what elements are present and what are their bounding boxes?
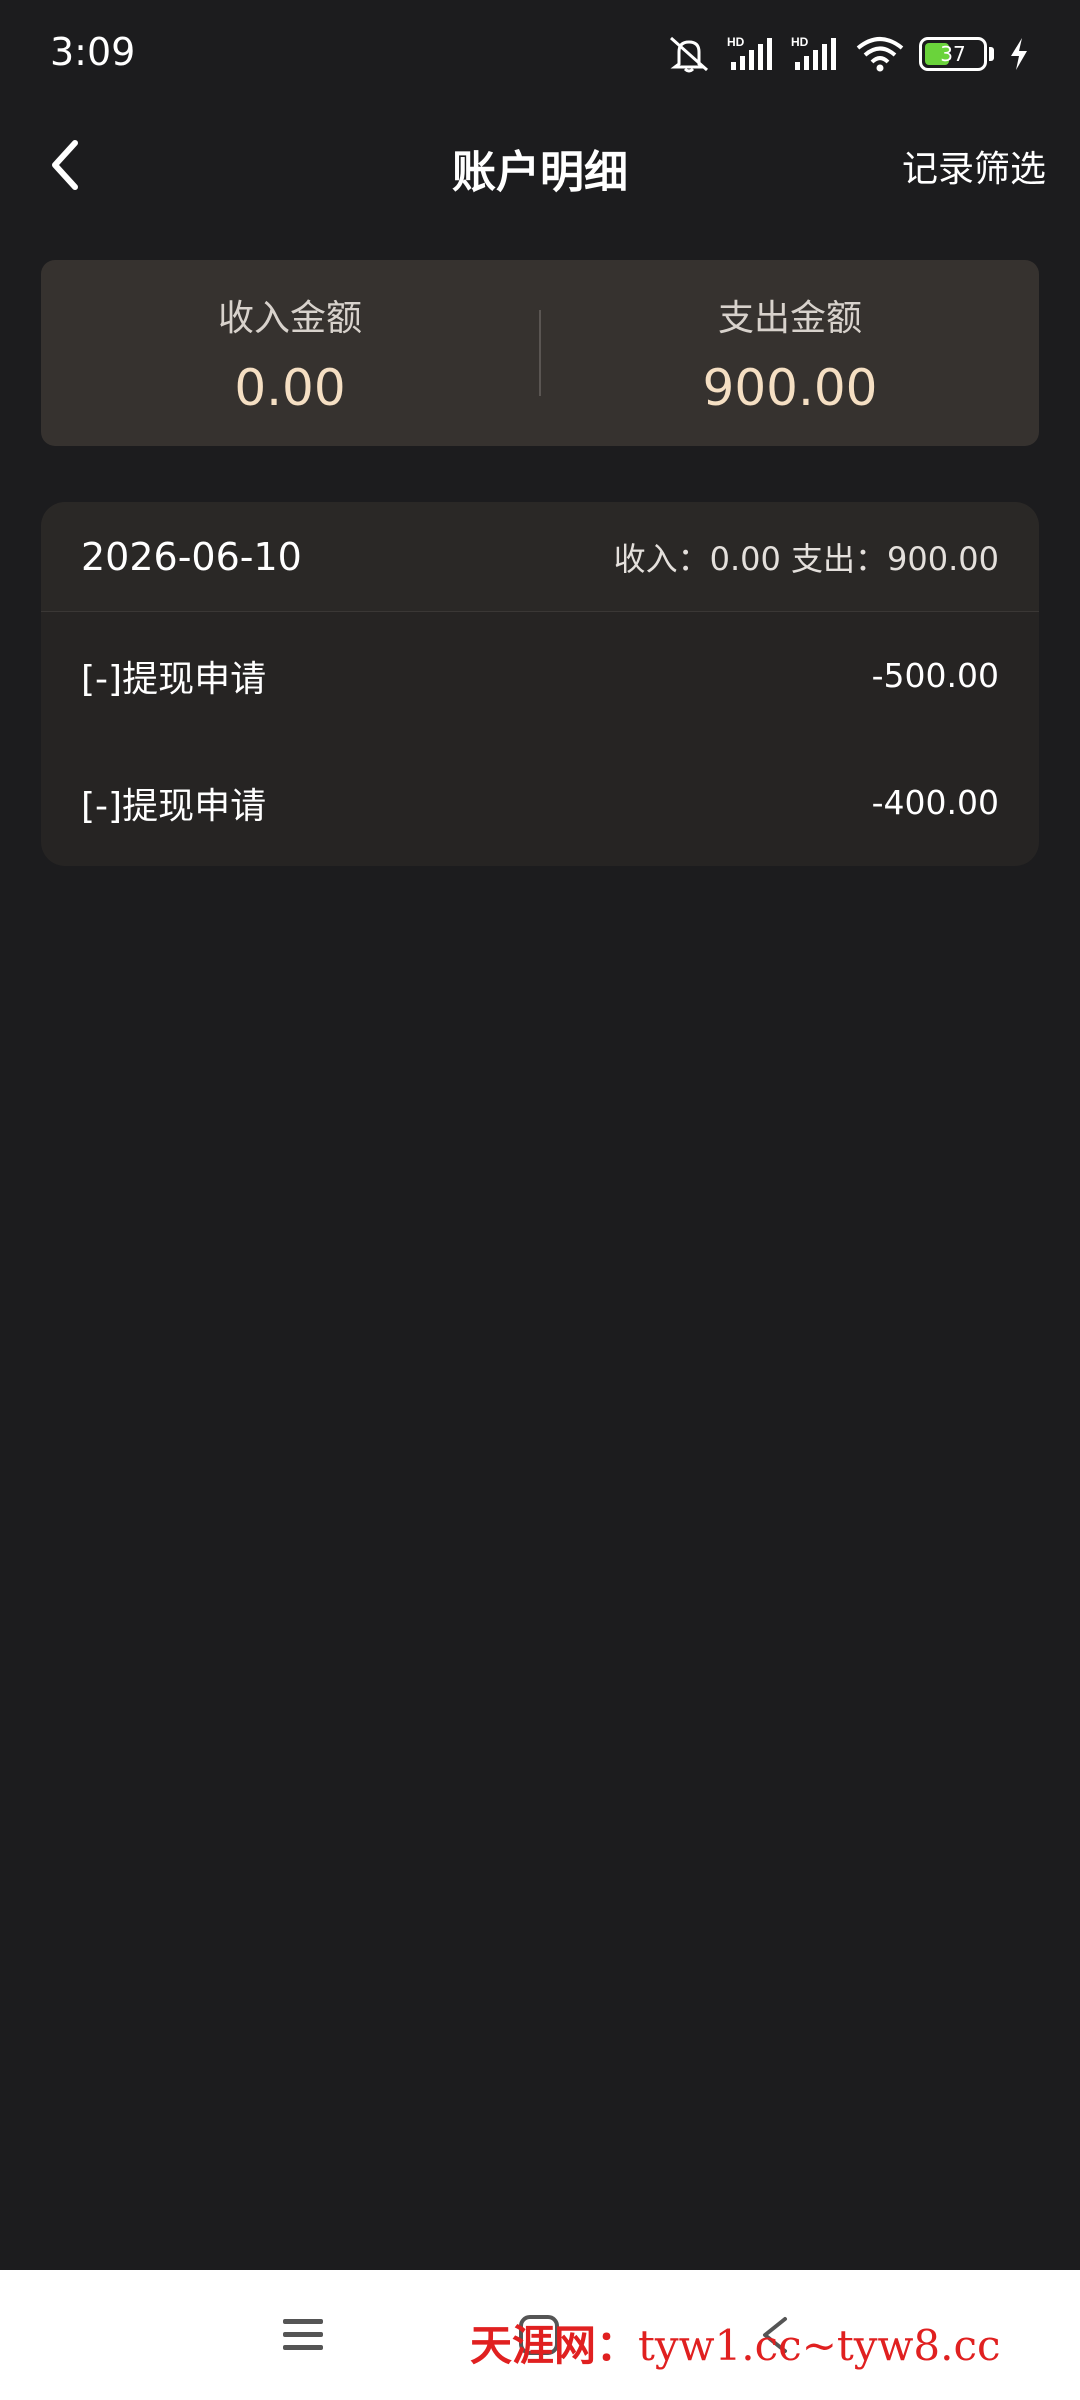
income-label: 收入金额 xyxy=(217,298,362,339)
system-nav-bar: 天涯网：tyw1.cc~tyw8.cc xyxy=(0,2270,1080,2400)
status-time: 3:09 xyxy=(50,30,136,74)
watermark-cn: 天涯网： xyxy=(470,2321,639,2370)
record-filter-button[interactable]: 记录筛选 xyxy=(902,140,1046,192)
watermark-url: tyw1.cc~tyw8.cc xyxy=(638,2321,1001,2370)
header: 账户明细 记录筛选 xyxy=(0,110,1080,220)
charging-icon xyxy=(1008,36,1030,72)
summary-card: 收入金额 0.00 支出金额 900.00 xyxy=(41,260,1039,446)
expense-summary: 支出金额 900.00 xyxy=(541,289,1039,417)
record-date: 2026-06-10 xyxy=(81,534,302,579)
status-icons: HD HD 37 xyxy=(665,30,1030,78)
svg-text:HD: HD xyxy=(727,35,745,49)
record-title: [-]提现申请 xyxy=(81,658,267,700)
record-date-header: 2026-06-10 收入：0.00 支出：900.00 xyxy=(41,502,1039,612)
record-item[interactable]: [-]提现申请 -500.00 xyxy=(41,612,1039,739)
screen: 3:09 HD HD 37 账户明细 记录筛选 收入金额 0.00 支出金额 9… xyxy=(0,0,1080,2400)
watermark: 天涯网：tyw1.cc~tyw8.cc xyxy=(470,2312,1001,2373)
record-amount: -400.00 xyxy=(871,783,999,822)
record-day-totals: 收入：0.00 支出：900.00 xyxy=(613,539,999,578)
status-bar: 3:09 HD HD 37 xyxy=(0,0,1080,110)
record-title: [-]提现申请 xyxy=(81,785,267,827)
menu-nav-button[interactable] xyxy=(268,2300,338,2370)
battery-level: 37 xyxy=(940,42,966,66)
record-amount: -500.00 xyxy=(871,656,999,695)
wifi-icon xyxy=(855,34,905,74)
expense-value: 900.00 xyxy=(702,359,878,417)
mute-icon xyxy=(665,34,713,74)
record-group: 2026-06-10 收入：0.00 支出：900.00 [-]提现申请 -50… xyxy=(41,502,1039,866)
income-value: 0.00 xyxy=(234,359,346,417)
income-summary: 收入金额 0.00 xyxy=(41,289,539,417)
svg-text:HD: HD xyxy=(791,35,809,49)
menu-icon xyxy=(283,2319,323,2350)
expense-label: 支出金额 xyxy=(717,298,862,339)
record-item[interactable]: [-]提现申请 -400.00 xyxy=(41,739,1039,866)
hd-signal-icon: HD xyxy=(791,34,841,74)
hd-signal-icon: HD xyxy=(727,34,777,74)
battery-icon: 37 xyxy=(919,37,994,71)
